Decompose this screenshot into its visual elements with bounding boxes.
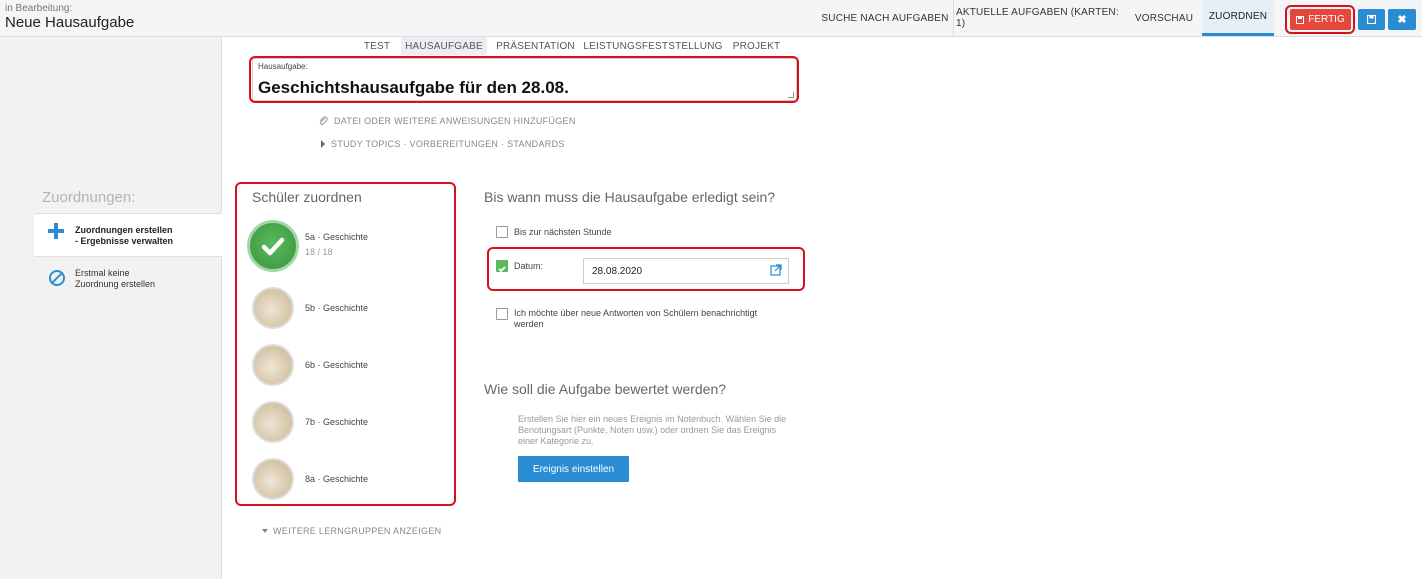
next-lesson-checkbox[interactable] [496, 226, 508, 238]
edit-status: in Bearbeitung: [5, 3, 73, 14]
tab-test[interactable]: TEST [357, 37, 397, 55]
group-name: 5a · Geschichte [305, 232, 369, 242]
sidebar-heading: Zuordnungen: [42, 189, 136, 206]
nav-divider [953, 0, 954, 36]
notify-label: Ich möchte über neue Antworten von Schül… [514, 308, 757, 330]
date-label: Datum: [514, 261, 544, 271]
more-groups-link[interactable]: WEITERE LERNGRUPPEN ANZEIGEN [262, 526, 441, 536]
due-date-value: 28.08.2020 [592, 266, 643, 277]
group-avatar[interactable] [252, 401, 294, 443]
notify-label-line1: Ich möchte über neue Antworten von Schül… [514, 308, 758, 318]
group-8a[interactable]: 8a · Geschichte [247, 456, 447, 508]
checkmark-icon [498, 266, 506, 273]
caret-down-icon [262, 529, 268, 533]
grading-description-line2: Benotungsart (Punkte, Noten usw.) oder o… [518, 425, 777, 435]
sidebar: Zuordnungen: Zuordnungen erstellen - Erg… [0, 37, 222, 579]
grading-heading: Wie soll die Aufgabe bewertet werden? [484, 381, 727, 397]
group-assigned-avatar[interactable] [247, 220, 299, 272]
group-name: 7b · Geschichte [305, 417, 369, 427]
homework-title-value[interactable]: Geschichtshausaufgabe für den 28.08. [258, 78, 569, 98]
floppy-disk-icon [1367, 15, 1376, 24]
group-name: 6b · Geschichte [305, 360, 369, 370]
sidebar-item-label: Erstmal keine Zuordnung erstellen [75, 268, 155, 290]
close-icon: ✖ [1397, 14, 1407, 26]
tab-homework[interactable]: HAUSAUFGABE [401, 37, 487, 55]
group-name: 8a · Geschichte [305, 474, 369, 484]
plus-icon [48, 223, 64, 239]
grading-description: Erstellen Sie hier ein neues Ereignis im… [518, 414, 794, 447]
done-button-label: FERTIG [1308, 14, 1345, 25]
nav-search-tasks[interactable]: SUCHE NACH AUFGABEN [820, 0, 950, 36]
group-count: 18 / 18 [305, 247, 333, 257]
tab-project[interactable]: PROJEKT [728, 37, 785, 55]
caret-right-icon [321, 140, 325, 148]
attach-file-label: DATEI ODER WEITERE ANWEISUNGEN HINZUFÜGE… [334, 116, 576, 126]
sidebar-item-create-assignments[interactable]: Zuordnungen erstellen - Ergebnisse verwa… [34, 213, 222, 257]
more-groups-label: WEITERE LERNGRUPPEN ANZEIGEN [273, 526, 442, 536]
attach-file-link[interactable]: DATEI ODER WEITERE ANWEISUNGEN HINZUFÜGE… [318, 116, 576, 126]
external-link-icon[interactable] [770, 264, 782, 276]
grading-description-line3: einer Kategorie zu. [518, 436, 594, 446]
group-5a[interactable]: 5a · Geschichte 18 / 18 [247, 220, 447, 272]
group-avatar[interactable] [252, 458, 294, 500]
nav-current-tasks[interactable]: AKTUELLE AUFGABEN (KARTEN: 1) [956, 0, 1126, 36]
done-button[interactable]: FERTIG [1290, 9, 1351, 30]
sidebar-item-label: Zuordnungen erstellen - Ergebnisse verwa… [75, 225, 173, 247]
notify-checkbox[interactable] [496, 308, 508, 320]
study-topics-label: STUDY TOPICS · VORBEREITUNGEN · STANDARD… [331, 139, 565, 149]
close-button[interactable]: ✖ [1388, 9, 1416, 30]
due-date-input[interactable]: 28.08.2020 [583, 258, 789, 284]
top-bar: in Bearbeitung: Neue Hausaufgabe SUCHE N… [0, 0, 1422, 37]
checkmark-icon [261, 237, 285, 256]
resize-handle[interactable] [788, 92, 794, 98]
sidebar-item-label-line2: Zuordnung erstellen [75, 279, 156, 289]
nav-assign[interactable]: ZUORDNEN [1202, 0, 1274, 36]
group-6b[interactable]: 6b · Geschichte [247, 342, 447, 394]
group-avatar[interactable] [252, 344, 294, 386]
group-7b[interactable]: 7b · Geschichte [247, 399, 447, 451]
save-button[interactable] [1358, 9, 1385, 30]
tab-assessment[interactable]: LEISTUNGSFESTSTELLUNG [583, 37, 722, 55]
homework-title-label: Hausaufgabe: [258, 62, 308, 71]
notify-label-line2: werden [514, 319, 544, 329]
sidebar-item-no-assignment[interactable]: Erstmal keine Zuordnung erstellen [34, 265, 222, 295]
students-heading: Schüler zuordnen [252, 189, 362, 205]
sidebar-item-label-line1: Zuordnungen erstellen [75, 225, 173, 235]
create-event-button[interactable]: Ereignis einstellen [518, 456, 629, 482]
prohibited-icon [49, 270, 65, 286]
grading-description-line1: Erstellen Sie hier ein neues Ereignis im… [518, 414, 787, 424]
nav-preview[interactable]: VORSCHAU [1130, 0, 1198, 36]
page-title: Neue Hausaufgabe [5, 14, 135, 31]
group-5b[interactable]: 5b · Geschichte [247, 285, 447, 337]
due-heading: Bis wann muss die Hausaufgabe erledigt s… [484, 189, 776, 205]
floppy-disk-icon [1296, 15, 1305, 24]
study-topics-toggle[interactable]: STUDY TOPICS · VORBEREITUNGEN · STANDARD… [321, 139, 565, 149]
next-lesson-label: Bis zur nächsten Stunde [514, 227, 612, 237]
sidebar-item-label-line2: - Ergebnisse verwalten [75, 236, 174, 246]
tab-presentation[interactable]: PRÄSENTATION [493, 37, 578, 55]
group-avatar[interactable] [252, 287, 294, 329]
sidebar-item-label-line1: Erstmal keine [75, 268, 130, 278]
date-checkbox[interactable] [496, 260, 508, 273]
group-name: 5b · Geschichte [305, 303, 369, 313]
homework-title-field[interactable]: Hausaufgabe: Geschichtshausaufgabe für d… [252, 58, 797, 101]
paperclip-icon [319, 116, 328, 125]
